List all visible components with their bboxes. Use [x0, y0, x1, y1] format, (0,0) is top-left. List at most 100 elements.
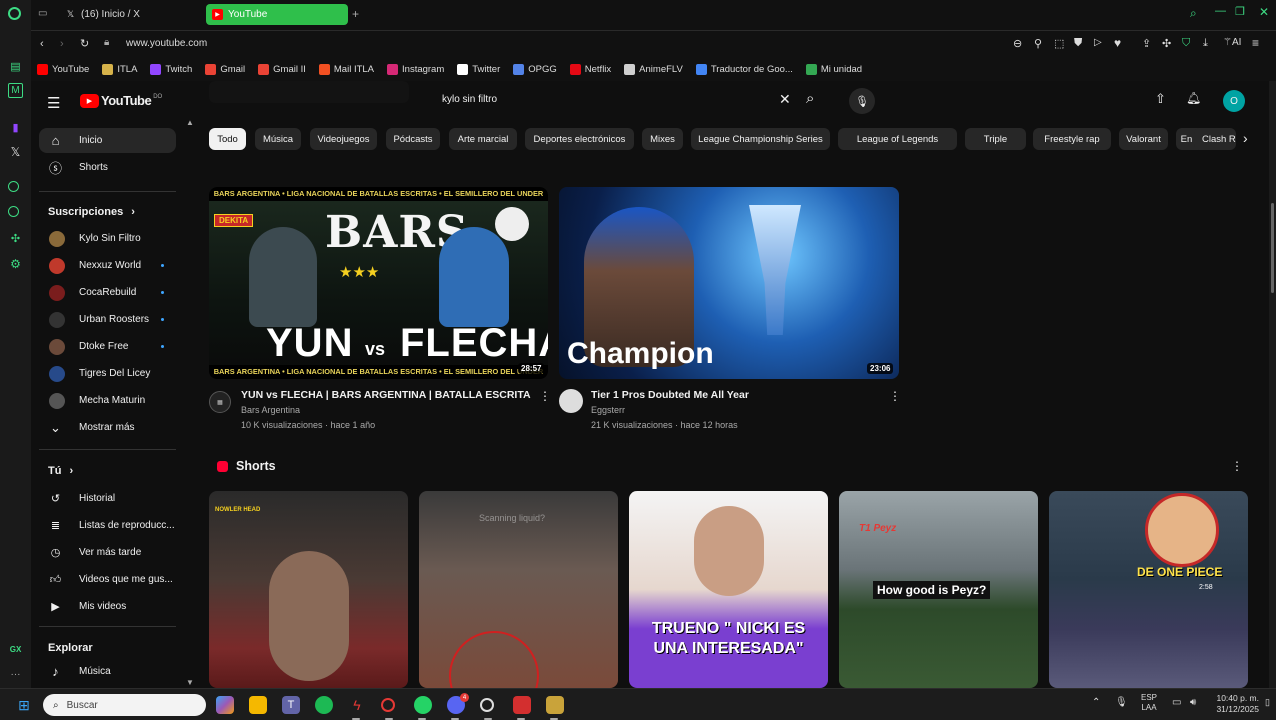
twitch-icon[interactable]: ▮ [8, 120, 23, 135]
search-icon[interactable]: ⌕ [806, 90, 814, 107]
filter-chip[interactable]: Música [255, 128, 301, 150]
channel-name[interactable]: Bars Argentina [241, 405, 300, 415]
tab-youtube[interactable]: ▶ YouTube [206, 4, 348, 25]
microphone-tray-icon[interactable]: 🎙︎ [1115, 697, 1128, 708]
more-options-icon[interactable]: ⋮ [889, 389, 901, 403]
filter-chip[interactable]: Triple [965, 128, 1026, 150]
short-card[interactable]: NOWLER HEAD [209, 491, 408, 688]
whatsapp-icon[interactable] [414, 696, 432, 714]
sidebar-you-item[interactable]: ≣ Listas de reproducc... [39, 513, 176, 538]
discord-icon[interactable]: 4 [447, 693, 469, 714]
voice-search-icon[interactable]: 🎙︎ [849, 88, 875, 114]
video-title[interactable]: Tier 1 Pros Doubted Me All Year [591, 389, 749, 401]
zoom-icon[interactable]: ⊖ [1013, 37, 1022, 50]
short-card[interactable]: TRUENO " NICKI ES UNA INTERESADA" [629, 491, 828, 688]
opera-logo-icon[interactable] [8, 7, 21, 20]
bookmark-item[interactable]: Twitch [150, 63, 192, 75]
gx-corner-icon[interactable]: GX [8, 642, 23, 657]
steam-icon[interactable] [480, 698, 494, 712]
video-thumbnail[interactable]: Champion 23:06 [559, 187, 899, 379]
windows-start-icon[interactable]: ⊞ [15, 696, 33, 714]
copilot-icon[interactable] [216, 696, 234, 714]
more-options-icon[interactable]: ⋮ [539, 389, 551, 403]
menu-icon[interactable]: ≡ [1252, 36, 1259, 50]
new-tab-icon[interactable]: + [352, 7, 359, 21]
sidebar-you-item[interactable]: 👍︎ Videos que me gus... [39, 567, 176, 592]
teams-icon[interactable]: T [282, 696, 300, 714]
filter-chip[interactable]: Todo [209, 128, 246, 150]
filter-chip[interactable]: Arte marcial [449, 128, 517, 150]
more-sidebar-icon[interactable]: ··· [8, 667, 23, 682]
red-app-icon[interactable] [513, 696, 531, 714]
sidebar-subscription[interactable]: Dtoke Free [39, 334, 176, 359]
search-input[interactable]: kylo sin filtro [442, 94, 497, 105]
sidebar-subscription[interactable]: Mecha Maturin [39, 388, 176, 413]
bookmark-item[interactable]: Twitter [457, 63, 500, 75]
bookmark-item[interactable]: Netflix [569, 63, 611, 75]
close-window-icon[interactable]: ✕ [1259, 5, 1269, 19]
ai-button[interactable]: ⚚AI [1223, 37, 1241, 48]
lock-icon[interactable]: 🔒︎ [104, 37, 109, 48]
bookmark-item[interactable]: Gmail II [258, 63, 306, 75]
bookmark-item[interactable]: Mail ITLA [318, 63, 374, 75]
clock[interactable]: 10:40 p. m. 31/12/2025 [1205, 693, 1259, 715]
sidebar-subscription[interactable]: Kylo Sin Filtro [39, 226, 176, 251]
gx-mail-icon[interactable]: M [8, 83, 23, 98]
network-icon[interactable]: ▭ [1172, 697, 1181, 708]
notifications-icon[interactable]: 🔔︎ [1186, 91, 1201, 105]
sidebar-you-item[interactable]: ↺ Historial [39, 486, 176, 511]
sidebar-subscription[interactable]: Nexxuz World [39, 253, 176, 278]
bookmark-item[interactable]: Gmail [205, 63, 245, 75]
sidebar-you-item[interactable]: ◷ Ver más tarde [39, 540, 176, 565]
sidebar-scroll-down-icon[interactable]: ▼ [186, 678, 194, 687]
sidebar-scroll-up-icon[interactable]: ▲ [186, 118, 194, 127]
bookmark-item[interactable]: AnimeFLV [624, 63, 683, 75]
filter-chip[interactable]: League Championship Series [691, 128, 830, 150]
snapshot-icon[interactable]: ⬚ [1054, 37, 1064, 50]
player-icon[interactable] [8, 181, 19, 192]
download-icon[interactable]: ⤓ [1203, 37, 1208, 50]
tray-overflow-icon[interactable]: ⌃ [1092, 697, 1100, 708]
share-icon[interactable]: ⇪ [1142, 37, 1151, 50]
hamburger-icon[interactable]: ☰ [47, 94, 60, 112]
bookmark-item[interactable]: ITLA [102, 63, 137, 75]
bookmark-item[interactable]: OPGG [513, 63, 557, 75]
settings-sidebar-icon[interactable]: ⚙ [8, 256, 23, 271]
shorts-more-icon[interactable]: ⋮ [1231, 459, 1243, 473]
notification-center-icon[interactable]: ▯ [1265, 697, 1270, 708]
forward-icon[interactable]: › [60, 38, 64, 50]
short-card[interactable]: T1 Peyz How good is Peyz? [839, 491, 1038, 688]
x-sidebar-icon[interactable]: 𝕏 [8, 144, 23, 159]
clear-search-icon[interactable]: ✕ [779, 91, 791, 108]
upload-icon[interactable]: ⇧ [1155, 91, 1166, 107]
chips-next-icon[interactable]: › [1243, 130, 1248, 146]
play-icon[interactable]: ▷ [1094, 37, 1102, 48]
filter-chip[interactable]: Freestyle rap [1033, 128, 1111, 150]
reload-icon[interactable]: ↻ [80, 37, 89, 50]
heart-icon[interactable]: ♥ [1114, 36, 1121, 50]
video-thumbnail[interactable]: BARS ARGENTINA • LIGA NACIONAL DE BATALL… [209, 187, 548, 379]
aria-icon[interactable]: ▤ [8, 59, 23, 74]
restore-icon[interactable]: ❐ [1235, 5, 1245, 18]
sidebar-item-inicio[interactable]: ⌂ Inicio [39, 128, 176, 153]
scrollbar-thumb[interactable] [1271, 203, 1274, 293]
bolt-app-icon[interactable]: ϟ [348, 696, 366, 714]
league-client-icon[interactable] [546, 696, 564, 714]
show-more-button[interactable]: ⌄ Mostrar más [39, 415, 176, 440]
filter-chip[interactable]: Deportes electrónicos [525, 128, 634, 150]
youtube-logo[interactable]: ▶ YouTube DO [80, 93, 162, 108]
search-tabs-icon[interactable]: ⌕ [1190, 6, 1197, 21]
taskbar-search[interactable]: ⌕ Buscar [43, 694, 206, 716]
sidebar-subscription[interactable]: Urban Roosters [39, 307, 176, 332]
you-header[interactable]: Tú › [48, 465, 73, 477]
video-title[interactable]: YUN vs FLECHA | BARS ARGENTINA | BATALLA… [241, 389, 531, 401]
sidebar-you-item[interactable]: ▶ Mis videos [39, 594, 176, 619]
sidebar-item-shorts[interactable]: ⓢ Shorts [39, 155, 176, 180]
opera-gx-icon[interactable] [381, 698, 395, 712]
pin-icon[interactable]: ⚲ [1034, 37, 1042, 50]
minimize-icon[interactable]: — [1215, 5, 1226, 17]
url-field[interactable]: www.youtube.com [126, 38, 207, 49]
filter-chip[interactable]: Mixes [642, 128, 683, 150]
shield-icon[interactable]: ⛊ [1074, 37, 1082, 50]
page-scrollbar[interactable] [1269, 81, 1276, 688]
